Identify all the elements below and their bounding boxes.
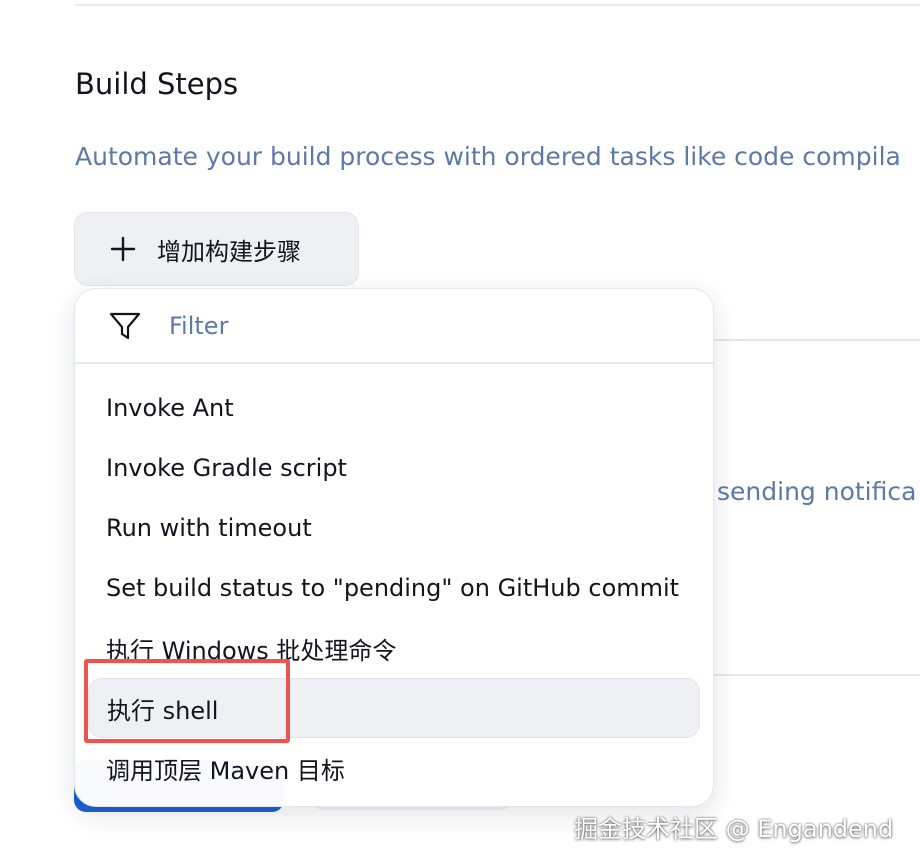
menu-item-label: Run with timeout xyxy=(106,514,312,542)
filter-divider xyxy=(75,362,713,364)
menu-item-run-with-timeout[interactable]: Run with timeout xyxy=(88,498,700,558)
plus-icon xyxy=(109,235,137,263)
filter-icon xyxy=(107,308,143,344)
filter-input[interactable] xyxy=(169,312,649,340)
section-description: Automate your build process with ordered… xyxy=(75,142,901,171)
menu-item-invoke-ant[interactable]: Invoke Ant xyxy=(88,378,700,438)
menu-item-label: Invoke Ant xyxy=(106,394,234,422)
menu-item-invoke-gradle[interactable]: Invoke Gradle script xyxy=(88,438,700,498)
menu-item-label: Set build status to "pending" on GitHub … xyxy=(106,574,680,602)
add-build-step-label: 增加构建步骤 xyxy=(157,237,301,266)
menu-item-label: Invoke Gradle script xyxy=(106,454,347,482)
background-description: sending notifica xyxy=(717,477,917,506)
top-divider xyxy=(75,4,920,6)
add-build-step-button[interactable]: 增加构建步骤 xyxy=(74,212,359,286)
menu-item-maven-target[interactable]: 调用顶层 Maven 目标 xyxy=(88,738,700,798)
watermark: 掘金技术社区 @ Engandend xyxy=(574,815,894,843)
background-divider xyxy=(714,674,920,676)
menu-item-label: 调用顶层 Maven 目标 xyxy=(106,756,345,785)
highlight-annotation xyxy=(84,659,290,743)
section-title: Build Steps xyxy=(75,67,239,101)
filter-bar xyxy=(75,289,713,363)
menu-item-set-build-status[interactable]: Set build status to "pending" on GitHub … xyxy=(88,558,700,618)
background-divider xyxy=(714,339,920,341)
